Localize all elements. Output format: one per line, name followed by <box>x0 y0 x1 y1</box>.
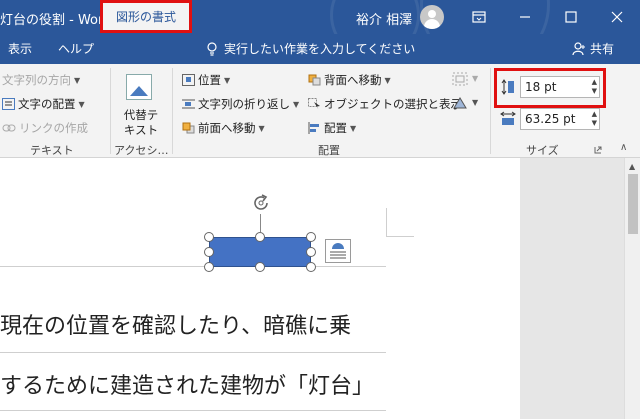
selection-pane-icon <box>308 98 320 110</box>
position-button[interactable]: 位置 ▼ <box>182 72 230 88</box>
align-icon <box>308 122 319 134</box>
tab-shape-format-label: 図形の書式 <box>115 10 176 24</box>
vertical-scrollbar[interactable]: ▲ <box>624 158 640 419</box>
resize-handle-left[interactable] <box>204 247 214 257</box>
scrollbar-thumb[interactable] <box>628 174 638 234</box>
maximize-button[interactable] <box>548 0 594 34</box>
size-highlight-box <box>494 68 606 108</box>
share-button[interactable]: 共有 <box>572 40 614 57</box>
minimize-icon <box>520 16 530 18</box>
bring-forward-button[interactable]: 前面へ移動 ▼ <box>182 120 265 136</box>
align-button[interactable]: 配置 ▼ <box>308 120 356 136</box>
align-label: 配置 <box>324 121 347 135</box>
align-text-button[interactable]: 文字の配置 ▼ <box>2 96 85 112</box>
wrap-text-icon <box>182 99 195 109</box>
close-icon <box>611 11 623 23</box>
person-add-icon <box>572 41 585 55</box>
alt-text-button[interactable]: 代替テ キスト <box>118 70 164 142</box>
rotate-objects-caret[interactable]: ▼ <box>472 98 478 107</box>
resize-handle-top[interactable] <box>255 232 265 242</box>
shape-width-input[interactable]: 63.25 pt ▲ ▼ <box>520 108 600 130</box>
position-icon <box>182 74 195 86</box>
group-label-accessibility: アクセシ… <box>114 144 169 157</box>
position-label: 位置 <box>198 73 221 87</box>
margin-corner-mark <box>386 208 414 237</box>
group-label-text: テキスト <box>30 144 74 157</box>
alt-text-label: 代替テ キスト <box>123 108 159 137</box>
wrap-text-label: 文字列の折り返し <box>198 97 290 111</box>
avatar[interactable] <box>420 5 444 29</box>
resize-handle-right[interactable] <box>306 247 316 257</box>
bring-forward-label: 前面へ移動 <box>198 121 256 135</box>
ribbon-display-button[interactable] <box>456 0 502 34</box>
document-margin-area <box>520 158 624 419</box>
group-objects-icon[interactable] <box>452 72 468 86</box>
minimize-button[interactable] <box>502 0 548 34</box>
group-label-arrange: 配置 <box>318 144 340 157</box>
text-direction-label: 文字列の方向 <box>2 73 71 87</box>
rotate-handle-icon[interactable] <box>250 192 272 214</box>
tell-me-search[interactable]: 実行したい作業を入力してください <box>206 40 415 57</box>
text-line-rule <box>0 266 386 267</box>
group-separator <box>172 68 173 154</box>
align-text-label: 文字の配置 <box>18 97 76 111</box>
rotate-handle-stem <box>260 214 261 232</box>
tab-shape-format[interactable]: 図形の書式 <box>100 0 192 33</box>
text-line-rule <box>0 410 386 411</box>
document-text-line[interactable]: 現在の位置を確認したり、暗礁に乗 <box>0 308 351 340</box>
document-title: 灯台の役割 - Word <box>0 13 112 28</box>
tab-help[interactable]: ヘルプ <box>58 40 94 57</box>
link-icon <box>2 124 16 132</box>
ribbon-display-icon <box>472 11 486 23</box>
user-name[interactable]: 裕介 相澤 <box>356 9 412 28</box>
size-dialog-launcher-icon[interactable] <box>594 146 602 154</box>
group-label-size: サイズ <box>526 144 559 157</box>
text-line-rule <box>0 352 386 353</box>
shape-width-icon <box>500 111 516 125</box>
resize-handle-bottom[interactable] <box>255 262 265 272</box>
scroll-up-icon[interactable]: ▲ <box>629 162 635 171</box>
document-text-line[interactable]: するために建造された建物が「灯台」 <box>0 368 374 400</box>
share-label: 共有 <box>590 42 615 56</box>
shape-width-spinner[interactable]: ▲ ▼ <box>592 110 597 128</box>
maximize-icon <box>565 11 577 23</box>
send-backward-button[interactable]: 背面へ移動 ▼ <box>308 72 391 88</box>
resize-handle-top-right[interactable] <box>306 232 316 242</box>
shape-width-value: 63.25 pt <box>525 112 576 126</box>
selection-pane-label: オブジェクトの選択と表示 <box>324 97 462 111</box>
resize-handle-bottom-left[interactable] <box>204 262 214 272</box>
rotate-objects-icon[interactable] <box>452 96 468 110</box>
selection-pane-button[interactable]: オブジェクトの選択と表示 <box>308 96 462 112</box>
resize-handle-top-left[interactable] <box>204 232 214 242</box>
group-separator <box>110 68 111 154</box>
bring-forward-icon <box>182 122 195 134</box>
align-text-icon <box>2 98 15 110</box>
create-link-label: リンクの作成 <box>19 121 88 135</box>
group-separator <box>490 68 491 154</box>
resize-handle-bottom-right[interactable] <box>306 262 316 272</box>
ribbon-tabs: 表示 ヘルプ 実行したい作業を入力してください 共有 <box>0 34 640 64</box>
text-direction-button[interactable]: 文字列の方向 ▼ <box>2 72 80 88</box>
send-backward-icon <box>308 74 321 86</box>
group-objects-caret[interactable]: ▼ <box>472 74 478 83</box>
close-button[interactable] <box>594 0 640 34</box>
title-bar: 灯台の役割 - Word 裕介 相澤 <box>0 0 640 70</box>
layout-options-icon[interactable] <box>325 239 351 263</box>
send-backward-label: 背面へ移動 <box>324 73 382 87</box>
collapse-ribbon-button[interactable]: ∧ <box>620 142 627 153</box>
lightbulb-icon <box>207 41 217 56</box>
alt-text-icon <box>126 74 152 100</box>
create-link-button[interactable]: リンクの作成 <box>2 120 88 136</box>
tab-view[interactable]: 表示 <box>8 40 32 57</box>
wrap-text-button[interactable]: 文字列の折り返し ▼ <box>182 96 299 112</box>
tell-me-text: 実行したい作業を入力してください <box>224 42 416 56</box>
